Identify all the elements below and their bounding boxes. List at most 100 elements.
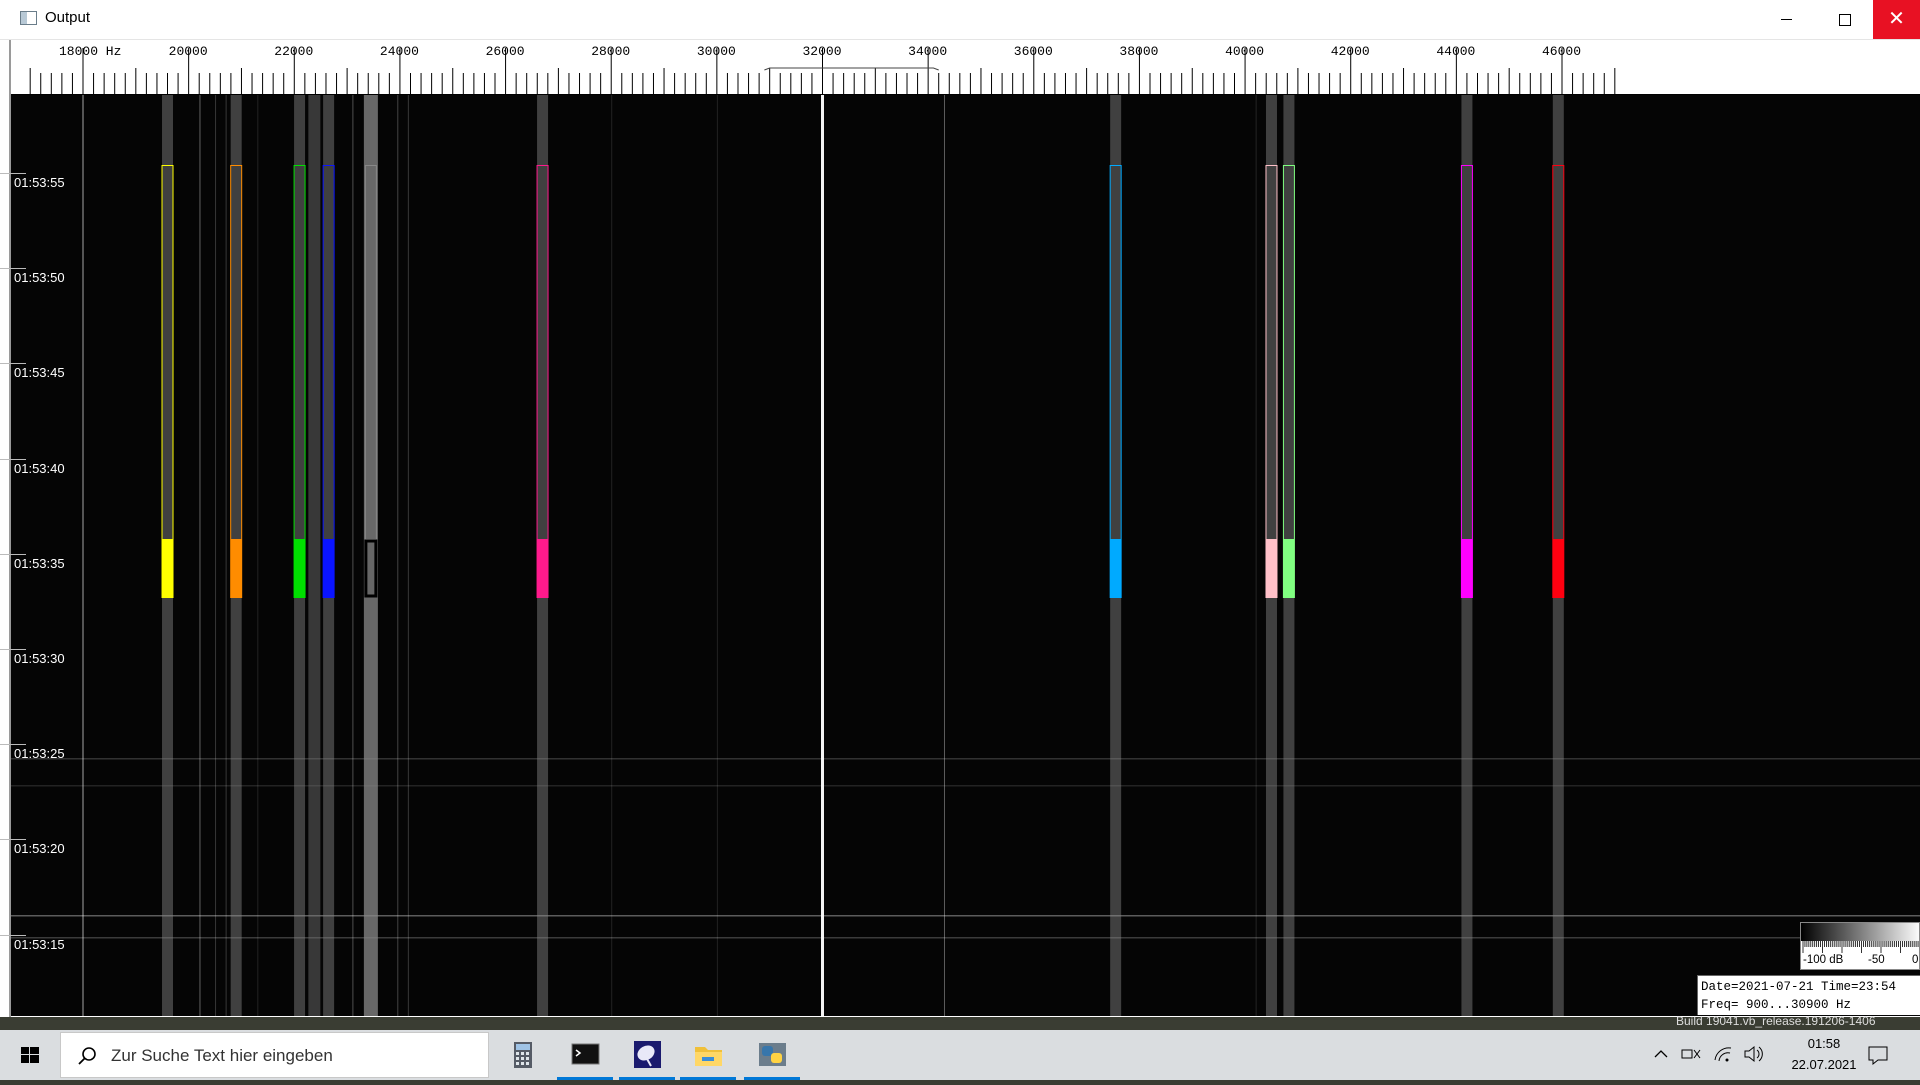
time-tick-label: 01:53:35 [14, 555, 65, 571]
db-label-min: -100 dB [1803, 954, 1844, 966]
waterfall-svg [11, 95, 1920, 1016]
frequency-tick-label: 32000 [803, 44, 842, 59]
signal-trace [407, 95, 409, 1016]
file-explorer-app-button[interactable] [678, 1030, 738, 1080]
time-tick [0, 649, 26, 650]
marker-block [1109, 540, 1122, 598]
frequency-tick-label: 26000 [486, 44, 525, 59]
frequency-tick-label: 18000 Hz [59, 44, 121, 59]
db-gradient [1801, 923, 1919, 941]
time-tick-label: 01:53:25 [14, 746, 65, 762]
clock-date[interactable]: 22.07.2021 [1773, 1057, 1875, 1072]
time-tick [0, 934, 26, 936]
receiver-passband-bracket [764, 67, 939, 71]
signal-trace [397, 95, 399, 1016]
start-button[interactable] [0, 1030, 60, 1080]
info-frequency-range: Freq= 900...30900 Hz [1701, 998, 1852, 1012]
time-tick-label: 01:53:20 [14, 841, 65, 857]
satellite-dish-icon [634, 1041, 661, 1068]
signal-trace [1255, 95, 1257, 1016]
terminal-icon [571, 1043, 600, 1065]
sdr-app-button[interactable] [617, 1030, 677, 1080]
clock-time[interactable]: 01:58 [1793, 1036, 1855, 1051]
close-button[interactable]: ✕ [1873, 0, 1920, 39]
network-disconnected-icon[interactable] [1680, 1044, 1702, 1064]
db-label-max: 0 [1912, 954, 1919, 966]
calculator-icon [514, 1042, 532, 1068]
marker-block [161, 540, 174, 598]
taskbar: Zur Suche Text hier eingeben 01:58 22.07… [0, 1030, 1920, 1080]
frequency-tick-label: 20000 [169, 44, 208, 59]
signal-trace [943, 95, 945, 1016]
signal-trace [82, 95, 84, 1016]
frequency-tick-label: 30000 [697, 44, 736, 59]
marker-block [230, 540, 243, 598]
notification-center-icon[interactable] [1867, 1044, 1889, 1066]
marker-block [1265, 540, 1278, 598]
frequency-tick-label: 34000 [908, 44, 947, 59]
terminal-app-button[interactable] [555, 1030, 615, 1080]
signal-trace [199, 95, 201, 1016]
info-date-time: Date=2021-07-21 Time=23:54 [1701, 980, 1897, 994]
window-app-icon [20, 11, 37, 25]
spectrogram-waterfall[interactable] [11, 95, 1920, 1016]
time-tick [0, 744, 26, 746]
signal-trace [611, 95, 613, 1016]
title-bar[interactable]: Output ✕ [0, 0, 1920, 40]
marker-block-selected [364, 539, 378, 598]
show-hidden-icons-icon[interactable] [1652, 1045, 1670, 1063]
signal-trace [225, 95, 227, 1016]
marker-block [1460, 540, 1473, 598]
time-tick [0, 268, 26, 270]
windows-logo-icon [21, 1047, 39, 1063]
time-tick-label: 01:53:45 [14, 365, 65, 381]
search-placeholder: Zur Suche Text hier eingeben [111, 1046, 333, 1065]
time-tick [0, 839, 26, 841]
volume-icon[interactable] [1742, 1044, 1764, 1064]
db-scale: -100 dB -50 0 [1800, 922, 1920, 970]
signal-trace [716, 95, 718, 1016]
time-tick-label: 01:53:50 [14, 270, 65, 286]
frequency-ruler[interactable]: 18000 Hz 20000 22000 24000 26000 28000 30000 32… [11, 40, 1920, 95]
python-icon [759, 1043, 786, 1066]
frequency-tick-label: 40000 [1225, 44, 1264, 59]
frequency-tick-label: 42000 [1331, 44, 1370, 59]
marker-block [293, 540, 306, 598]
time-tick-label: 01:53:55 [14, 175, 65, 190]
search-icon [78, 1047, 96, 1065]
taskbar-search-box[interactable]: Zur Suche Text hier eingeben [60, 1032, 489, 1078]
info-box: Date=2021-07-21 Time=23:54 Freq= 900...3… [1697, 975, 1920, 1015]
folder-icon [695, 1047, 722, 1066]
time-tick [0, 173, 26, 174]
window-left-border [0, 40, 11, 1017]
time-tick-label: 01:53:15 [14, 936, 65, 952]
time-tick [0, 553, 26, 555]
minimize-button[interactable] [1757, 0, 1815, 39]
frequency-tick-label: 36000 [1014, 44, 1053, 59]
calculator-app-button[interactable] [493, 1030, 553, 1080]
close-icon: ✕ [1888, 8, 1905, 30]
signal-trace [352, 95, 354, 1016]
frequency-tick-label: 28000 [591, 44, 630, 59]
db-scale-ticks [1802, 941, 1919, 953]
signal-trace [257, 95, 259, 1016]
frequency-ruler-svg: 18000 Hz 20000 22000 24000 26000 28000 30000 32… [11, 44, 1920, 95]
frequency-tick-label: 46000 [1542, 44, 1581, 59]
station-signal-band [308, 95, 321, 1016]
frequency-tick-label: 24000 [380, 44, 419, 59]
time-tick [0, 458, 26, 460]
marker-block [322, 540, 335, 598]
python-app-button[interactable] [742, 1030, 802, 1080]
time-tick-label: 01:53:30 [14, 651, 65, 666]
output-window: Output ✕ 18000 Hz 20000 22000 24000 26000 280… [0, 0, 1920, 1017]
windows-build-watermark: Build 19041.vb_release.191206-1406 [1676, 1014, 1876, 1028]
frequency-tick-label: 44000 [1436, 44, 1475, 59]
wifi-icon[interactable] [1712, 1044, 1734, 1064]
time-tick-label: 01:53:40 [14, 460, 65, 476]
frequency-tick-label: 38000 [1119, 44, 1158, 59]
marker-block [1552, 540, 1565, 598]
frequency-tick-label: 22000 [274, 44, 313, 59]
window-title: Output [45, 9, 91, 26]
maximize-button[interactable] [1815, 0, 1873, 39]
signal-trace [215, 95, 217, 1016]
